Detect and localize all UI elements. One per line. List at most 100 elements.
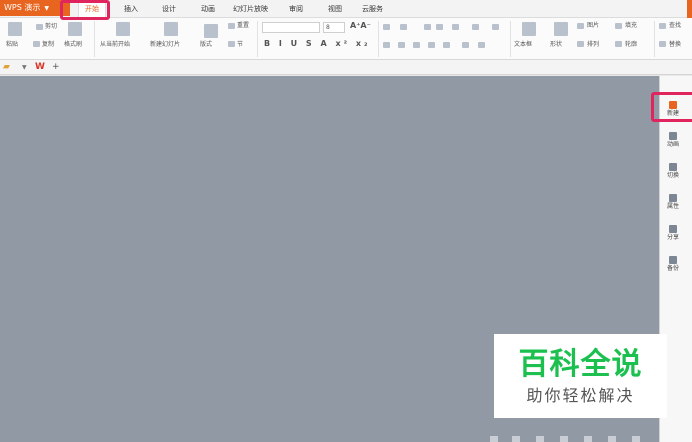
arrange-icon[interactable] — [577, 41, 584, 47]
outline-icon[interactable] — [615, 41, 622, 47]
scissors-icon[interactable] — [36, 24, 43, 30]
tab-slideshow[interactable]: 幻灯片放映 — [233, 0, 268, 17]
smartart-icon[interactable] — [478, 42, 485, 48]
tab-cloud-service[interactable]: 云服务 — [362, 0, 383, 17]
fit-window-icon[interactable] — [632, 436, 640, 442]
reset-icon[interactable] — [228, 23, 235, 29]
search-icon[interactable] — [659, 23, 666, 29]
ribbon-divider — [94, 21, 95, 57]
tab-review[interactable]: 审阅 — [289, 0, 303, 17]
view-sorter-icon[interactable] — [512, 436, 520, 442]
format-painter-button[interactable]: 格式刷 — [64, 41, 82, 49]
text-direction-icon[interactable] — [452, 24, 459, 30]
zoom-out-icon[interactable] — [584, 436, 592, 442]
task-pane-label: 备份 — [666, 265, 679, 272]
ribbon-divider — [378, 21, 379, 57]
cut-button[interactable]: 剪切 — [45, 23, 57, 31]
play-from-current-icon[interactable] — [116, 22, 130, 36]
copy-button[interactable]: 复制 — [42, 41, 54, 49]
document-tab-bar: ▰ ▼ W + — [0, 60, 692, 75]
layout-icon[interactable] — [204, 24, 218, 38]
new-tab-button[interactable]: + — [52, 61, 60, 74]
font-size-combo[interactable]: 8 — [323, 22, 345, 33]
folder-icon[interactable]: ▰ — [3, 61, 10, 74]
task-pane-transition[interactable]: 切换 — [660, 163, 686, 180]
paste-icon[interactable] — [8, 22, 22, 36]
view-reading-icon[interactable] — [536, 436, 544, 442]
columns-icon[interactable] — [472, 24, 479, 30]
increase-font-icon[interactable]: A⁺A⁻ — [350, 22, 371, 30]
align-left-icon[interactable] — [383, 42, 390, 48]
replace-icon[interactable] — [659, 41, 666, 47]
tab-insert[interactable]: 插入 — [124, 0, 138, 17]
outline-button[interactable]: 轮廓 — [625, 41, 637, 49]
copy-icon[interactable] — [33, 41, 40, 47]
wps-presentation-window: WPS 演示 ▼ 开始 插入 设计 动画 幻灯片放映 审阅 视图 云服务 粘贴 剪… — [0, 0, 692, 442]
view-normal-icon[interactable] — [490, 436, 498, 442]
reset-button[interactable]: 重置 — [237, 22, 249, 30]
distribute-icon[interactable] — [443, 42, 450, 48]
ribbon-toolbar: 粘贴 剪切 复制 格式刷 从当前开始 新建幻灯片 版式 重置 节 8 A⁺A⁻ … — [0, 18, 692, 60]
watermark-subtitle: 助你轻松解决 — [526, 386, 635, 405]
font-name-combo[interactable] — [262, 22, 320, 33]
shape-button[interactable]: 形状 — [550, 41, 562, 49]
layout-button[interactable]: 版式 — [200, 41, 212, 49]
tab-view[interactable]: 视图 — [328, 0, 342, 17]
slideshow-icon[interactable] — [560, 436, 568, 442]
shape-icon[interactable] — [554, 22, 568, 36]
align-right-icon[interactable] — [413, 42, 420, 48]
task-pane-label: 分享 — [666, 234, 679, 241]
new-slide-button[interactable]: 新建幻灯片 — [150, 41, 180, 49]
format-painter-icon[interactable] — [68, 22, 82, 36]
replace-button[interactable]: 替换 — [669, 41, 681, 49]
highlight-box-home-tab — [60, 0, 110, 20]
share-icon — [669, 225, 677, 233]
justify-icon[interactable] — [428, 42, 435, 48]
watermark: 百科全说 助你轻松解决 — [494, 334, 667, 418]
picture-button[interactable]: 图片 — [587, 22, 599, 30]
backup-icon — [669, 256, 677, 264]
section-icon[interactable] — [228, 41, 235, 47]
new-slide-icon[interactable] — [164, 22, 178, 36]
fill-button[interactable]: 填充 — [625, 22, 637, 30]
play-from-current-button[interactable]: 从当前开始 — [100, 41, 130, 49]
app-menu-label: WPS 演示 — [4, 3, 41, 12]
task-pane-backup[interactable]: 备份 — [660, 256, 686, 273]
task-pane-label: 属性 — [666, 203, 679, 210]
highlight-box-new — [651, 92, 692, 122]
status-bar — [488, 434, 658, 442]
numbering-icon[interactable] — [400, 24, 407, 30]
properties-icon — [669, 194, 677, 202]
tab-animation[interactable]: 动画 — [201, 0, 215, 17]
bullets-icon[interactable] — [383, 24, 390, 30]
chevron-down-icon: ▼ — [44, 5, 49, 12]
ribbon-divider — [654, 21, 655, 57]
ribbon-divider — [510, 21, 511, 57]
text-box-icon[interactable] — [522, 22, 536, 36]
tab-design[interactable]: 设计 — [162, 0, 176, 17]
indent-decrease-icon[interactable] — [424, 24, 431, 30]
align-text-icon[interactable] — [462, 42, 469, 48]
task-pane-label: 动画 — [666, 141, 679, 148]
task-pane-animation[interactable]: 动画 — [660, 132, 686, 149]
animation-icon — [669, 132, 677, 140]
task-pane-share[interactable]: 分享 — [660, 225, 686, 242]
arrange-button[interactable]: 排列 — [587, 41, 599, 49]
paste-button[interactable]: 粘贴 — [6, 41, 18, 49]
ribbon-divider — [257, 21, 258, 57]
task-pane-properties[interactable]: 属性 — [660, 194, 686, 211]
watermark-title: 百科全说 — [518, 347, 643, 382]
find-button[interactable]: 查找 — [669, 22, 681, 30]
section-button[interactable]: 节 — [237, 41, 243, 49]
transition-icon — [669, 163, 677, 171]
wps-logo-icon[interactable]: W — [35, 61, 45, 74]
font-style-icons[interactable]: B I U S A x² x₂ — [264, 40, 371, 48]
align-center-icon[interactable] — [398, 42, 405, 48]
fill-icon[interactable] — [615, 23, 622, 29]
chevron-down-icon[interactable]: ▼ — [22, 61, 27, 74]
picture-icon[interactable] — [577, 23, 584, 29]
line-spacing-icon[interactable] — [492, 24, 499, 30]
indent-increase-icon[interactable] — [436, 24, 443, 30]
zoom-in-icon[interactable] — [608, 436, 616, 442]
text-box-button[interactable]: 文本框 — [514, 41, 532, 49]
